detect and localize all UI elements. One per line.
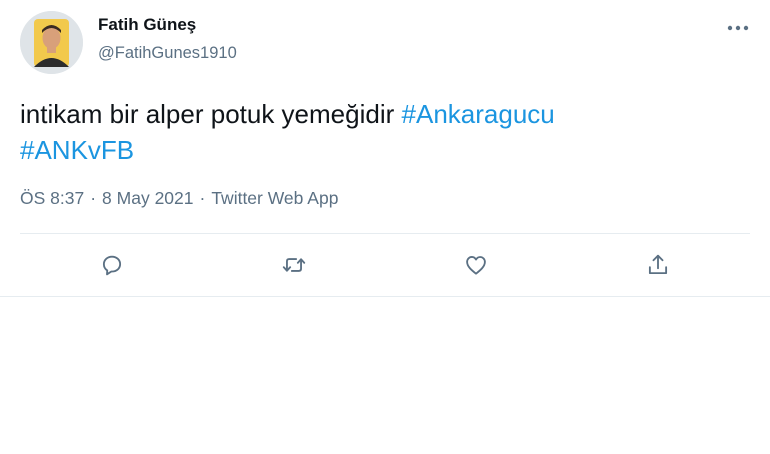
avatar[interactable] xyxy=(20,11,83,74)
divider xyxy=(20,233,750,234)
tweet-time[interactable]: ÖS 8:37 xyxy=(20,188,84,208)
share-button[interactable] xyxy=(640,249,676,281)
reply-button[interactable] xyxy=(94,249,130,281)
more-horizontal-icon xyxy=(727,25,749,31)
more-options-button[interactable] xyxy=(718,16,758,40)
separator: · xyxy=(90,188,97,208)
tweet-source[interactable]: Twitter Web App xyxy=(211,188,338,208)
reply-icon xyxy=(102,255,122,276)
retweet-button[interactable] xyxy=(276,249,312,281)
tweet-card: Fatih Güneş @FatihGunes1910 intikam bir … xyxy=(0,0,770,297)
hashtag-link[interactable]: #Ankaragucu xyxy=(402,99,555,129)
share-icon xyxy=(648,254,668,275)
tweet-metadata: ÖS 8:37 · 8 May 2021 · Twitter Web App xyxy=(20,188,338,209)
tweet-body: intikam bir alper potuk yemeğidir xyxy=(20,99,395,129)
avatar-image xyxy=(20,11,83,74)
tweet-text: intikam bir alper potuk yemeğidir #Ankar… xyxy=(20,96,740,168)
tweet-date[interactable]: 8 May 2021 xyxy=(102,188,193,208)
like-button[interactable] xyxy=(458,249,494,281)
separator: · xyxy=(199,188,206,208)
retweet-icon xyxy=(282,258,306,272)
hashtag-link[interactable]: #ANKvFB xyxy=(20,135,134,165)
heart-icon xyxy=(466,256,486,275)
author-handle[interactable]: @FatihGunes1910 xyxy=(98,44,237,63)
author-name[interactable]: Fatih Güneş xyxy=(98,15,196,35)
